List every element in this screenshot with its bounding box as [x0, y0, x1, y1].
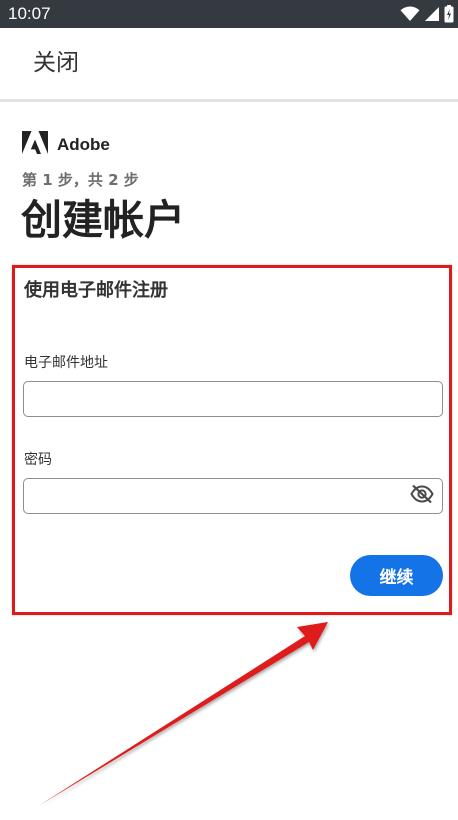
wifi-icon: [400, 6, 420, 22]
email-label: 电子邮件地址: [24, 355, 108, 371]
email-signup-form: 使用电子邮件注册 电子邮件地址 密码 继续: [12, 265, 452, 615]
top-bar: 关闭: [0, 28, 458, 102]
status-time: 10:07: [8, 4, 51, 23]
continue-button[interactable]: 继续: [350, 555, 443, 596]
eye-slash-icon: [410, 484, 434, 508]
close-button[interactable]: 关闭: [33, 48, 79, 78]
email-field[interactable]: [23, 381, 443, 417]
status-icons: [400, 4, 454, 24]
password-label: 密码: [24, 452, 52, 468]
password-field[interactable]: [23, 478, 443, 514]
battery-icon: [444, 5, 454, 23]
status-bar: 10:07: [0, 0, 458, 28]
show-password-toggle[interactable]: [409, 484, 435, 508]
brand: Adobe: [22, 131, 110, 159]
brand-name: Adobe: [57, 135, 110, 154]
step-indicator: 第 1 步，共 2 步: [22, 171, 139, 189]
page-title: 创建帐户: [21, 196, 185, 244]
adobe-logo-icon: [22, 131, 48, 159]
cellular-signal-icon: [424, 6, 440, 22]
form-heading: 使用电子邮件注册: [24, 280, 168, 301]
